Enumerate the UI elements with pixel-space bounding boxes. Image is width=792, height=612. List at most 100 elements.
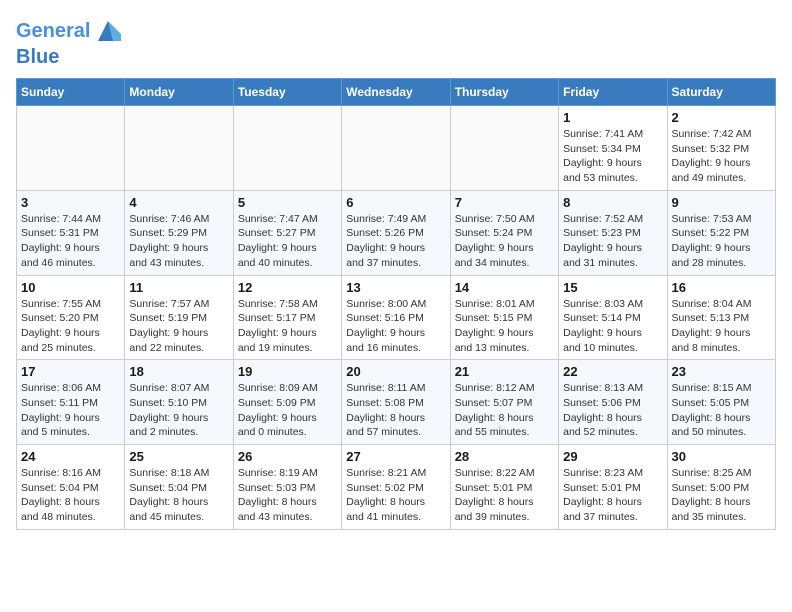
calendar-cell: 15 Sunrise: 8:03 AM Sunset: 5:14 PM Dayli… <box>559 275 667 360</box>
day-info: Sunrise: 7:57 AM Sunset: 5:19 PM Dayligh… <box>129 297 228 356</box>
calendar-cell <box>233 106 341 191</box>
day-number: 9 <box>672 195 771 210</box>
calendar-cell: 28 Sunrise: 8:22 AM Sunset: 5:01 PM Dayli… <box>450 445 558 530</box>
weekday-header-row: SundayMondayTuesdayWednesdayThursdayFrid… <box>17 79 776 106</box>
calendar-cell: 11 Sunrise: 7:57 AM Sunset: 5:19 PM Dayli… <box>125 275 233 360</box>
day-number: 6 <box>346 195 445 210</box>
calendar-cell: 23 Sunrise: 8:15 AM Sunset: 5:05 PM Dayli… <box>667 360 775 445</box>
day-number: 15 <box>563 280 662 295</box>
day-info: Sunrise: 7:44 AM Sunset: 5:31 PM Dayligh… <box>21 212 120 271</box>
day-number: 27 <box>346 449 445 464</box>
day-number: 8 <box>563 195 662 210</box>
day-info: Sunrise: 8:06 AM Sunset: 5:11 PM Dayligh… <box>21 381 120 440</box>
day-info: Sunrise: 7:58 AM Sunset: 5:17 PM Dayligh… <box>238 297 337 356</box>
day-info: Sunrise: 8:25 AM Sunset: 5:00 PM Dayligh… <box>672 466 771 525</box>
day-info: Sunrise: 8:07 AM Sunset: 5:10 PM Dayligh… <box>129 381 228 440</box>
day-info: Sunrise: 7:49 AM Sunset: 5:26 PM Dayligh… <box>346 212 445 271</box>
calendar-cell <box>125 106 233 191</box>
calendar-cell: 7 Sunrise: 7:50 AM Sunset: 5:24 PM Daylig… <box>450 190 558 275</box>
day-info: Sunrise: 7:53 AM Sunset: 5:22 PM Dayligh… <box>672 212 771 271</box>
day-info: Sunrise: 8:01 AM Sunset: 5:15 PM Dayligh… <box>455 297 554 356</box>
day-number: 22 <box>563 364 662 379</box>
weekday-header-tuesday: Tuesday <box>233 79 341 106</box>
day-info: Sunrise: 8:19 AM Sunset: 5:03 PM Dayligh… <box>238 466 337 525</box>
calendar-cell: 20 Sunrise: 8:11 AM Sunset: 5:08 PM Dayli… <box>342 360 450 445</box>
day-info: Sunrise: 8:09 AM Sunset: 5:09 PM Dayligh… <box>238 381 337 440</box>
day-info: Sunrise: 8:18 AM Sunset: 5:04 PM Dayligh… <box>129 466 228 525</box>
logo-text-blue: Blue <box>16 46 123 68</box>
calendar-table: SundayMondayTuesdayWednesdayThursdayFrid… <box>16 78 776 530</box>
calendar-cell: 14 Sunrise: 8:01 AM Sunset: 5:15 PM Dayli… <box>450 275 558 360</box>
day-number: 28 <box>455 449 554 464</box>
calendar-week-row: 17 Sunrise: 8:06 AM Sunset: 5:11 PM Dayli… <box>17 360 776 445</box>
day-info: Sunrise: 8:23 AM Sunset: 5:01 PM Dayligh… <box>563 466 662 525</box>
weekday-header-monday: Monday <box>125 79 233 106</box>
day-number: 4 <box>129 195 228 210</box>
calendar-cell: 22 Sunrise: 8:13 AM Sunset: 5:06 PM Dayli… <box>559 360 667 445</box>
calendar-cell: 24Sunrise: 8:16 AM Sunset: 5:04 PM Dayli… <box>17 445 125 530</box>
calendar-cell: 1 Sunrise: 7:41 AM Sunset: 5:34 PM Daylig… <box>559 106 667 191</box>
calendar-cell <box>17 106 125 191</box>
logo-text: General <box>16 20 90 42</box>
day-info: Sunrise: 7:50 AM Sunset: 5:24 PM Dayligh… <box>455 212 554 271</box>
day-number: 17 <box>21 364 120 379</box>
day-info: Sunrise: 8:13 AM Sunset: 5:06 PM Dayligh… <box>563 381 662 440</box>
day-info: Sunrise: 8:15 AM Sunset: 5:05 PM Dayligh… <box>672 381 771 440</box>
day-info: Sunrise: 7:55 AM Sunset: 5:20 PM Dayligh… <box>21 297 120 356</box>
calendar-cell: 2Sunrise: 7:42 AM Sunset: 5:32 PM Daylig… <box>667 106 775 191</box>
calendar-cell: 6 Sunrise: 7:49 AM Sunset: 5:26 PM Daylig… <box>342 190 450 275</box>
day-number: 3 <box>21 195 120 210</box>
logo: General Blue <box>16 16 123 68</box>
day-number: 19 <box>238 364 337 379</box>
day-number: 1 <box>563 110 662 125</box>
calendar-week-row: 10 Sunrise: 7:55 AM Sunset: 5:20 PM Dayli… <box>17 275 776 360</box>
day-number: 2 <box>672 110 771 125</box>
calendar-cell: 9 Sunrise: 7:53 AM Sunset: 5:22 PM Daylig… <box>667 190 775 275</box>
day-number: 23 <box>672 364 771 379</box>
day-number: 29 <box>563 449 662 464</box>
calendar-cell: 3 Sunrise: 7:44 AM Sunset: 5:31 PM Daylig… <box>17 190 125 275</box>
calendar-cell: 27 Sunrise: 8:21 AM Sunset: 5:02 PM Dayli… <box>342 445 450 530</box>
day-info: Sunrise: 8:00 AM Sunset: 5:16 PM Dayligh… <box>346 297 445 356</box>
weekday-header-saturday: Saturday <box>667 79 775 106</box>
calendar-week-row: 3 Sunrise: 7:44 AM Sunset: 5:31 PM Daylig… <box>17 190 776 275</box>
calendar-cell: 30 Sunrise: 8:25 AM Sunset: 5:00 PM Dayli… <box>667 445 775 530</box>
weekday-header-wednesday: Wednesday <box>342 79 450 106</box>
day-info: Sunrise: 7:47 AM Sunset: 5:27 PM Dayligh… <box>238 212 337 271</box>
day-info: Sunrise: 7:41 AM Sunset: 5:34 PM Dayligh… <box>563 127 662 186</box>
day-number: 7 <box>455 195 554 210</box>
day-number: 11 <box>129 280 228 295</box>
calendar-cell: 5Sunrise: 7:47 AM Sunset: 5:27 PM Daylig… <box>233 190 341 275</box>
day-number: 26 <box>238 449 337 464</box>
day-number: 12 <box>238 280 337 295</box>
day-info: Sunrise: 8:21 AM Sunset: 5:02 PM Dayligh… <box>346 466 445 525</box>
day-number: 20 <box>346 364 445 379</box>
calendar-cell: 16Sunrise: 8:04 AM Sunset: 5:13 PM Dayli… <box>667 275 775 360</box>
day-info: Sunrise: 8:11 AM Sunset: 5:08 PM Dayligh… <box>346 381 445 440</box>
day-number: 14 <box>455 280 554 295</box>
day-info: Sunrise: 8:22 AM Sunset: 5:01 PM Dayligh… <box>455 466 554 525</box>
day-info: Sunrise: 7:46 AM Sunset: 5:29 PM Dayligh… <box>129 212 228 271</box>
calendar-cell: 17 Sunrise: 8:06 AM Sunset: 5:11 PM Dayli… <box>17 360 125 445</box>
calendar-cell: 21Sunrise: 8:12 AM Sunset: 5:07 PM Dayli… <box>450 360 558 445</box>
day-number: 16 <box>672 280 771 295</box>
weekday-header-friday: Friday <box>559 79 667 106</box>
calendar-cell: 26 Sunrise: 8:19 AM Sunset: 5:03 PM Dayli… <box>233 445 341 530</box>
day-number: 13 <box>346 280 445 295</box>
calendar-cell: 4 Sunrise: 7:46 AM Sunset: 5:29 PM Daylig… <box>125 190 233 275</box>
weekday-header-thursday: Thursday <box>450 79 558 106</box>
day-info: Sunrise: 8:03 AM Sunset: 5:14 PM Dayligh… <box>563 297 662 356</box>
calendar-cell: 25 Sunrise: 8:18 AM Sunset: 5:04 PM Dayli… <box>125 445 233 530</box>
day-number: 25 <box>129 449 228 464</box>
calendar-week-row: 1 Sunrise: 7:41 AM Sunset: 5:34 PM Daylig… <box>17 106 776 191</box>
weekday-header-sunday: Sunday <box>17 79 125 106</box>
day-number: 24 <box>21 449 120 464</box>
calendar-cell: 18 Sunrise: 8:07 AM Sunset: 5:10 PM Dayli… <box>125 360 233 445</box>
day-info: Sunrise: 7:52 AM Sunset: 5:23 PM Dayligh… <box>563 212 662 271</box>
calendar-cell: 8 Sunrise: 7:52 AM Sunset: 5:23 PM Daylig… <box>559 190 667 275</box>
calendar-cell: 12 Sunrise: 7:58 AM Sunset: 5:17 PM Dayli… <box>233 275 341 360</box>
day-number: 18 <box>129 364 228 379</box>
day-number: 10 <box>21 280 120 295</box>
day-number: 30 <box>672 449 771 464</box>
logo-icon <box>93 16 123 46</box>
